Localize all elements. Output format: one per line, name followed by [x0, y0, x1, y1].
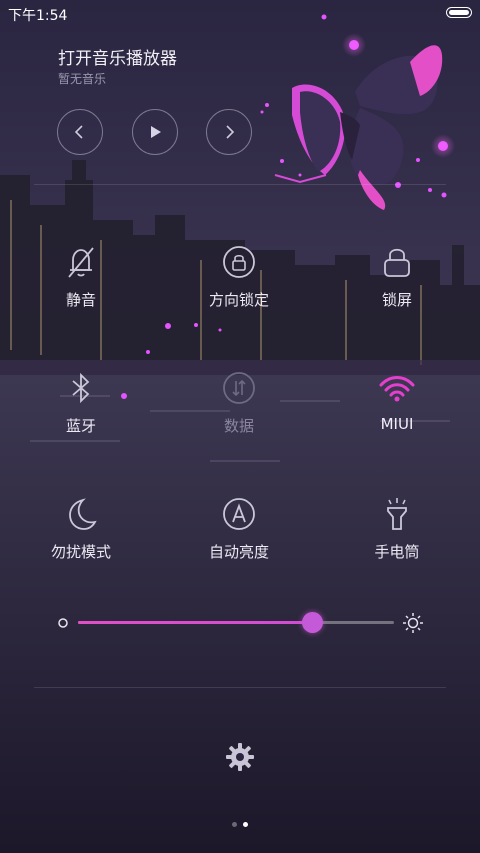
brightness-high-icon — [403, 613, 423, 633]
toggle-auto-brightness-label: 自动亮度 — [208, 543, 269, 561]
brightness-low-icon — [58, 618, 68, 628]
flashlight-icon — [387, 498, 407, 530]
music-divider — [34, 184, 446, 185]
play-button[interactable] — [132, 109, 178, 155]
toggle-bluetooth[interactable]: 蓝牙 — [21, 368, 141, 436]
toggle-flashlight-label: 手电筒 — [374, 543, 420, 561]
status-bar: 下午1:54 — [0, 0, 480, 28]
previous-button[interactable] — [57, 109, 103, 155]
music-player-title[interactable]: 打开音乐播放器 — [58, 44, 177, 69]
toggle-rotation-lock[interactable]: 方向锁定 — [179, 242, 299, 310]
rotation-lock-icon — [223, 246, 255, 278]
toggle-mute-label: 静音 — [65, 291, 96, 309]
chevron-left-icon — [74, 125, 83, 139]
chevron-right-icon — [226, 125, 235, 139]
toggle-wifi-label: MIUI — [380, 415, 414, 433]
toggle-mobile-data[interactable]: 数据 — [179, 368, 299, 436]
lock-icon — [384, 248, 410, 277]
auto-brightness-icon — [223, 498, 255, 530]
toggle-do-not-disturb[interactable]: 勿扰模式 — [21, 494, 141, 562]
battery-icon — [446, 7, 472, 18]
play-icon — [151, 126, 161, 138]
page-indicator — [0, 812, 480, 831]
mobile-data-icon — [223, 372, 255, 404]
settings-gear-icon[interactable] — [225, 742, 255, 772]
moon-icon — [69, 498, 97, 530]
toggle-lock-screen[interactable]: 锁屏 — [337, 242, 457, 310]
toggle-mute[interactable]: 静音 — [21, 242, 141, 310]
toggle-do-not-disturb-label: 勿扰模式 — [50, 543, 111, 561]
toggle-flashlight[interactable]: 手电筒 — [337, 494, 457, 562]
bluetooth-icon — [72, 372, 90, 404]
brightness-thumb[interactable] — [301, 612, 323, 633]
toggle-lock-screen-label: 锁屏 — [381, 291, 412, 309]
brightness-fill — [78, 621, 312, 624]
toggle-mobile-data-label: 数据 — [223, 417, 254, 435]
brightness-slider[interactable] — [56, 610, 428, 640]
status-time: 下午1:54 — [8, 8, 68, 24]
page-dot-1[interactable] — [232, 822, 237, 827]
toggle-auto-brightness[interactable]: 自动亮度 — [179, 494, 299, 562]
music-player-subtitle: 暂无音乐 — [58, 72, 107, 86]
wifi-icon — [379, 376, 415, 402]
settings-divider — [34, 687, 446, 688]
bell-off-icon — [68, 247, 94, 278]
toggle-wifi[interactable]: MIUI — [337, 368, 457, 433]
page-dot-2[interactable] — [243, 822, 248, 827]
toggle-bluetooth-label: 蓝牙 — [65, 417, 96, 435]
toggle-rotation-lock-label: 方向锁定 — [208, 291, 269, 309]
next-button[interactable] — [206, 109, 252, 155]
